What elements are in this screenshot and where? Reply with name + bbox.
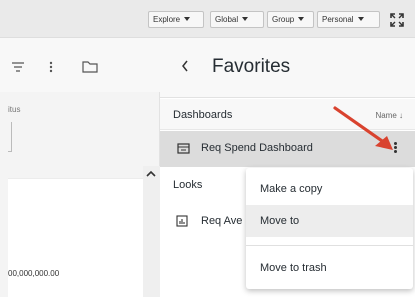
caret-down-icon bbox=[242, 17, 249, 21]
personal-dropdown-label: Personal bbox=[322, 15, 354, 24]
scroll-up-icon[interactable] bbox=[145, 170, 157, 178]
look-icon bbox=[176, 215, 188, 227]
filter-icon[interactable] bbox=[11, 62, 25, 72]
move-to-menu-item[interactable]: Move to bbox=[246, 205, 413, 237]
dashboards-label: Dashboards bbox=[173, 109, 233, 121]
kebab-icon[interactable] bbox=[48, 61, 54, 73]
caret-down-icon bbox=[357, 17, 364, 21]
single-value-text: 00,000,000.00 bbox=[8, 269, 60, 278]
dashboard-item-label: Req Spend Dashboard bbox=[201, 142, 313, 154]
expand-icon[interactable] bbox=[390, 13, 404, 27]
group-dropdown-label: Group bbox=[272, 15, 295, 24]
single-value-tile bbox=[8, 178, 145, 297]
explore-dropdown-label: Explore bbox=[153, 15, 181, 24]
personal-dropdown[interactable]: Personal bbox=[317, 11, 380, 28]
favorites-header: Favorites bbox=[160, 38, 415, 98]
global-dropdown[interactable]: Global bbox=[210, 11, 264, 28]
chevron-left-icon[interactable] bbox=[181, 60, 189, 72]
scrollbar[interactable] bbox=[143, 166, 160, 297]
annotation-arrow-icon bbox=[333, 106, 393, 150]
top-bar: Explore Global Group Personal bbox=[0, 0, 415, 38]
status-filter-field[interactable] bbox=[8, 122, 12, 152]
status-filter-label: itus bbox=[8, 105, 21, 114]
looks-label: Looks bbox=[173, 179, 203, 191]
group-dropdown[interactable]: Group bbox=[267, 11, 314, 28]
panel-title: Favorites bbox=[212, 56, 291, 77]
dashboard-toolbar bbox=[0, 38, 160, 92]
caret-down-icon bbox=[298, 17, 305, 21]
caret-down-icon bbox=[184, 17, 191, 21]
folder-icon[interactable] bbox=[82, 60, 98, 73]
dashboard-icon bbox=[177, 143, 190, 154]
dashboard-canvas: itus 00,000,000.00 bbox=[0, 38, 160, 297]
move-to-trash-menu-item[interactable]: Move to trash bbox=[246, 252, 413, 284]
menu-divider bbox=[246, 245, 413, 246]
explore-dropdown[interactable]: Explore bbox=[148, 11, 204, 28]
global-dropdown-label: Global bbox=[215, 15, 239, 24]
context-menu: Make a copy Move to Move to trash bbox=[246, 168, 413, 289]
make-a-copy-menu-item[interactable]: Make a copy bbox=[246, 173, 413, 205]
look-item-label: Req Ave bbox=[201, 215, 243, 227]
